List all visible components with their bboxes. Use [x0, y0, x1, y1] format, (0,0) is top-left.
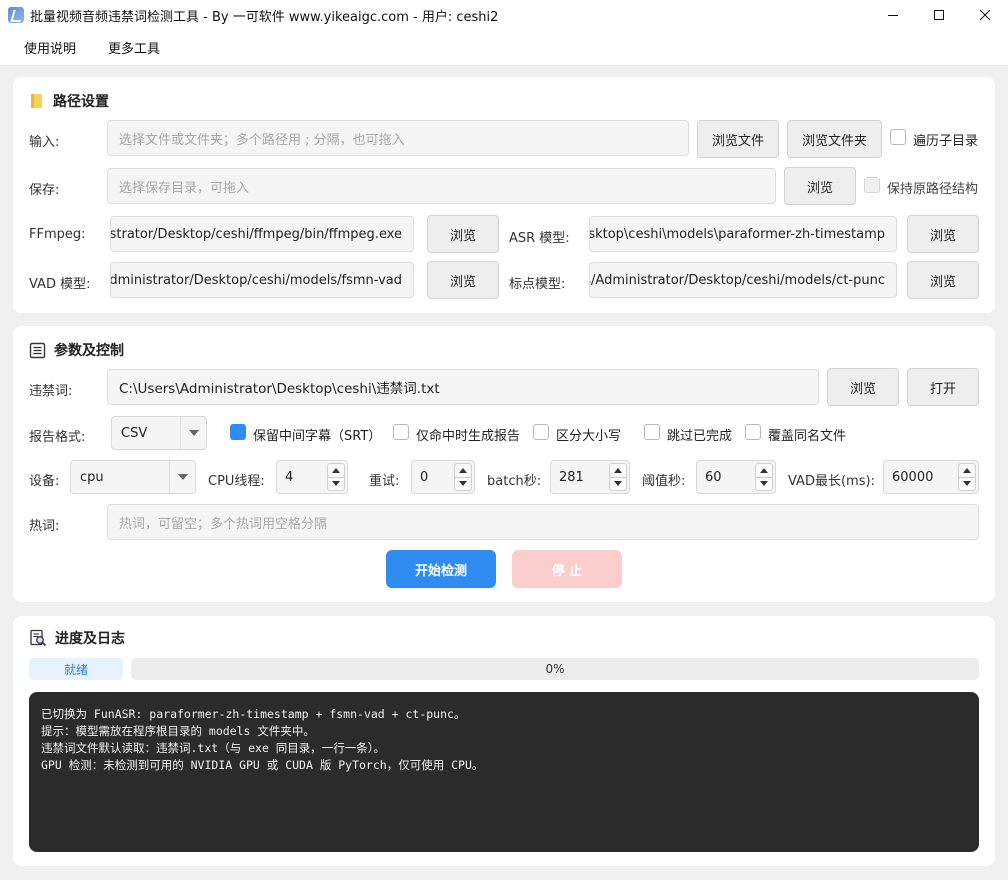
spin-up-icon[interactable] — [454, 463, 472, 478]
only-hit-checkbox[interactable] — [393, 424, 409, 440]
params-control-title: 参数及控制 — [29, 340, 124, 360]
close-button[interactable] — [962, 0, 1008, 30]
folder-icon — [29, 93, 45, 109]
log-search-icon — [29, 629, 47, 647]
batch-seconds-stepper[interactable]: 281 — [550, 460, 630, 494]
spin-up-icon[interactable] — [327, 463, 345, 478]
title-bar: 批量视频音频违禁词检测工具 - By 一可软件 www.yikeaigc.com… — [0, 0, 1008, 30]
menu-usage[interactable]: 使用说明 — [24, 38, 76, 57]
log-output[interactable]: 已切换为 FunASR: paraformer-zh-timestamp + f… — [29, 692, 979, 852]
spin-up-icon[interactable] — [755, 463, 773, 478]
retry-label: 重试: — [369, 474, 400, 489]
spin-down-icon[interactable] — [755, 477, 773, 491]
punc-model-path-field[interactable]: C:/Users/Administrator/Desktop/ceshi/mod… — [589, 262, 897, 298]
minimize-button[interactable] — [870, 0, 916, 30]
banned-words-path-field[interactable]: C:\Users\Administrator\Desktop\ceshi\违禁词… — [107, 369, 819, 405]
spin-up-icon[interactable] — [609, 463, 627, 478]
window-controls — [870, 0, 1008, 30]
cpu-threads-label: CPU线程: — [208, 474, 265, 489]
log-line: 违禁词文件默认读取：违禁词.txt（与 exe 同目录，一行一条）。 — [41, 741, 386, 755]
keep-srt-checkbox[interactable] — [230, 424, 246, 440]
progress-bar: 0% — [131, 658, 979, 680]
save-path-field[interactable]: 选择保存目录，可拖入 — [107, 168, 776, 204]
banned-browse-button[interactable]: 浏览 — [827, 368, 899, 406]
keep-structure-label: 保持原路径结构 — [887, 182, 979, 197]
progress-log-card: 进度及日志 就绪 0% 已切换为 FunASR: paraformer-zh-t… — [13, 616, 995, 866]
menu-more-tools[interactable]: 更多工具 — [108, 38, 160, 57]
batch-seconds-label: batch秒: — [487, 474, 542, 489]
minimize-icon — [888, 15, 898, 16]
overwrite-label: 覆盖同名文件 — [768, 429, 847, 444]
ffmpeg-path-field[interactable]: C:/Users/Administrator/Desktop/ceshi/ffm… — [110, 216, 414, 252]
retry-stepper[interactable]: 0 — [411, 460, 475, 494]
status-badge: 就绪 — [29, 658, 123, 680]
params-control-card: 参数及控制 违禁词: C:\Users\Administrator\Deskto… — [13, 326, 995, 602]
asr-model-path-field[interactable]: C:\Users\Administrator\Desktop\ceshi\mod… — [589, 216, 897, 252]
window-title: 批量视频音频违禁词检测工具 - By 一可软件 www.yikeaigc.com… — [30, 9, 499, 25]
keep-structure-checkbox[interactable] — [864, 177, 880, 193]
skip-done-checkbox[interactable] — [644, 424, 660, 440]
vad-browse-button[interactable]: 浏览 — [427, 261, 499, 299]
spin-down-icon[interactable] — [327, 477, 345, 491]
keep-srt-label: 保留中间字幕（SRT） — [253, 429, 382, 444]
asr-model-label: ASR 模型: — [509, 231, 570, 246]
start-detect-button[interactable]: 开始检测 — [386, 550, 496, 588]
hotword-input[interactable]: 热词，可留空；多个热词用空格分隔 — [107, 504, 979, 540]
path-settings-title: 路径设置 — [29, 91, 109, 111]
spin-down-icon[interactable] — [958, 477, 976, 491]
maximize-button[interactable] — [916, 0, 962, 30]
input-path-field[interactable]: 选择文件或文件夹；多个路径用 ; 分隔，也可拖入 — [107, 120, 689, 156]
spin-up-icon[interactable] — [958, 463, 976, 478]
ffmpeg-browse-button[interactable]: 浏览 — [427, 215, 499, 253]
browse-file-button[interactable]: 浏览文件 — [697, 120, 779, 158]
vad-model-label: VAD 模型: — [29, 277, 91, 292]
traverse-subdir-checkbox[interactable] — [890, 129, 906, 145]
spin-down-icon[interactable] — [609, 477, 627, 491]
maximize-icon — [934, 10, 944, 20]
save-label: 保存: — [29, 183, 60, 198]
progress-log-title: 进度及日志 — [29, 628, 125, 648]
case-sensitive-checkbox[interactable] — [533, 424, 549, 440]
stop-button[interactable]: 停 止 — [512, 550, 622, 588]
cpu-threads-stepper[interactable]: 4 — [276, 460, 348, 494]
only-hit-label: 仅命中时生成报告 — [416, 429, 521, 444]
skip-done-label: 跳过已完成 — [667, 429, 733, 444]
threshold-seconds-label: 阈值秒: — [642, 474, 686, 489]
report-format-label: 报告格式: — [29, 430, 86, 445]
document-list-icon — [29, 342, 46, 359]
overwrite-checkbox[interactable] — [745, 424, 761, 440]
close-icon — [979, 9, 991, 21]
path-settings-card: 路径设置 输入: 选择文件或文件夹；多个路径用 ; 分隔，也可拖入 浏览文件 浏… — [13, 77, 995, 313]
chevron-down-icon — [180, 417, 206, 449]
browse-folder-button[interactable]: 浏览文件夹 — [787, 120, 882, 158]
chevron-down-icon — [169, 461, 195, 493]
traverse-subdir-label: 遍历子目录 — [913, 134, 979, 149]
asr-browse-button[interactable]: 浏览 — [907, 215, 979, 253]
app-icon — [8, 7, 24, 23]
device-select[interactable]: cpu — [70, 460, 196, 494]
vad-model-path-field[interactable]: C:/Users/Administrator/Desktop/ceshi/mod… — [110, 262, 414, 298]
input-label: 输入: — [29, 135, 60, 150]
device-label: 设备: — [29, 474, 60, 489]
report-format-select[interactable]: CSV — [111, 416, 207, 450]
vad-max-label: VAD最长(ms): — [788, 474, 875, 489]
log-line: GPU 检测：未检测到可用的 NVIDIA GPU 或 CUDA 版 PyTor… — [41, 758, 484, 772]
spin-down-icon[interactable] — [454, 477, 472, 491]
log-line: 提示：模型需放在程序根目录的 models 文件夹中。 — [41, 724, 315, 738]
hotword-label: 热词: — [29, 519, 60, 534]
punc-browse-button[interactable]: 浏览 — [907, 261, 979, 299]
banned-words-label: 违禁词: — [29, 384, 73, 399]
save-browse-button[interactable]: 浏览 — [784, 167, 856, 205]
vad-max-stepper[interactable]: 60000 — [883, 460, 979, 494]
case-sensitive-label: 区分大小写 — [556, 429, 622, 444]
threshold-seconds-stepper[interactable]: 60 — [696, 460, 776, 494]
menu-bar: 使用说明 更多工具 — [0, 30, 1008, 66]
ffmpeg-label: FFmpeg: — [29, 227, 86, 242]
banned-open-button[interactable]: 打开 — [907, 368, 979, 406]
progress-text: 0% — [545, 662, 565, 676]
punc-model-label: 标点模型: — [509, 277, 566, 292]
log-line: 已切换为 FunASR: paraformer-zh-timestamp + f… — [41, 707, 466, 721]
